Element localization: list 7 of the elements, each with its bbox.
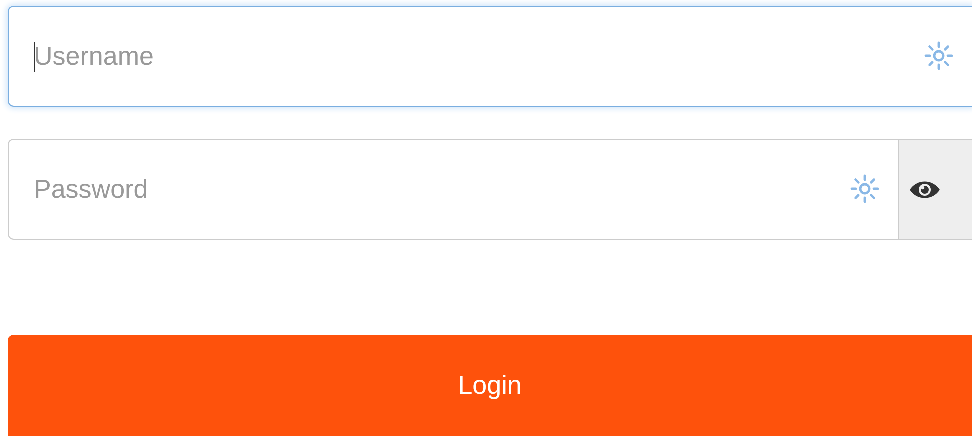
login-button[interactable]: Login [8, 335, 972, 436]
sun-icon [924, 41, 954, 71]
input-field[interactable]: Password [8, 139, 898, 240]
input-field[interactable]: Username [8, 6, 972, 107]
show-password-button[interactable] [898, 139, 972, 240]
text-cursor [34, 42, 35, 72]
sun-icon [850, 174, 880, 204]
